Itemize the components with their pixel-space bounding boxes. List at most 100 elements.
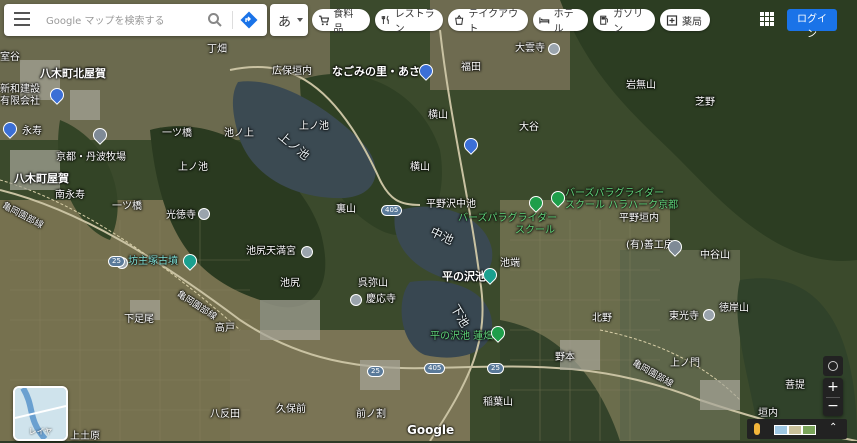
chip-gas-label: ガソリン: [613, 9, 644, 35]
chip-pharmacy[interactable]: 薬局: [660, 9, 710, 31]
area-kagoyama: 稲葉山: [483, 397, 513, 408]
chip-groceries-label: 食料品: [333, 9, 354, 35]
chip-pharmacy-label: 薬局: [682, 16, 702, 28]
zoom-control: + −: [823, 378, 843, 416]
area-eiju: 永寿: [22, 126, 42, 137]
chip-takeout[interactable]: テイクアウト: [448, 9, 528, 35]
place-shinnari2[interactable]: 有限会社: [0, 96, 40, 108]
area-kaminoike: 上ノ池: [299, 121, 329, 132]
thumb-terrain-icon[interactable]: [788, 425, 802, 435]
thumb-satellite-icon[interactable]: [802, 425, 816, 435]
area-iwamu: 岩無山: [626, 80, 656, 91]
area-yokoyama: 横山: [428, 110, 448, 121]
place-keiou[interactable]: 慶応寺: [366, 294, 396, 306]
place-yagi-kitaya: 八木町北屋賀: [40, 67, 106, 80]
chip-hotels-label: ホテル: [553, 9, 574, 35]
area-kitano: 北野: [592, 313, 612, 324]
area-nakatanizan: 中谷山: [700, 250, 730, 261]
area-mae: 前ノ割: [356, 409, 386, 420]
route-25-shield: 25: [108, 256, 125, 267]
fuel-icon: [600, 15, 608, 25]
place-paraglider1[interactable]: バーズパラグライダー: [565, 188, 664, 200]
area-nanyoko: 南永寿: [55, 190, 85, 201]
search-input[interactable]: [44, 10, 208, 32]
layer-label: レイヤ: [28, 427, 53, 436]
apps-grid-icon[interactable]: [760, 12, 774, 26]
pegman-icon[interactable]: [754, 423, 760, 435]
place-shinnari[interactable]: 新和建設: [0, 84, 40, 96]
place-hirano-sawa[interactable]: 平の沢池: [442, 271, 486, 283]
cart-icon: [318, 15, 330, 26]
place-paraglider4[interactable]: スクール: [515, 225, 555, 237]
place-kosei[interactable]: 光徳寺: [166, 210, 196, 222]
place-hirano-sawa-rengo[interactable]: 平の沢池 蓮畑: [430, 331, 493, 343]
area-kouhe: 高戸: [215, 323, 235, 334]
area-ikejiri: 池尻: [280, 278, 300, 289]
keiou-dot-icon[interactable]: [350, 294, 362, 306]
chip-groceries[interactable]: 食料品: [312, 9, 370, 35]
area-hattachi: 八反田: [210, 409, 240, 420]
my-location-button[interactable]: [823, 356, 843, 376]
area-oyoko: 大谷: [519, 122, 539, 133]
chip-restaurants-label: レストラン: [394, 9, 435, 35]
area-kazura: 裏山: [336, 204, 356, 215]
area-yanagi: 上ノ池: [178, 162, 208, 173]
route-25b-shield: 25: [367, 366, 384, 377]
area-nono: 野本: [555, 352, 575, 363]
place-higashi[interactable]: 東光寺: [669, 311, 699, 323]
higashi-dot-icon[interactable]: [703, 309, 715, 321]
area-kaminomon: 上ノ門: [670, 358, 700, 369]
pharmacy-icon: [666, 15, 678, 26]
area-yokoyama2: 横山: [410, 162, 430, 173]
place-daiun[interactable]: 大雲寺: [515, 43, 545, 55]
place-paraglider3[interactable]: バーズパラグライダー: [458, 213, 557, 225]
google-logo: Google: [407, 423, 455, 437]
directions-icon[interactable]: [240, 11, 258, 29]
bed-icon: [539, 17, 550, 24]
chip-takeout-label: テイクアウト: [468, 9, 519, 35]
zoom-out-button[interactable]: −: [823, 397, 843, 416]
route-25c-shield: 25: [487, 363, 504, 374]
area-gappou: 菩提: [785, 380, 805, 391]
shrine-dot-icon[interactable]: [301, 246, 313, 258]
search-divider: [232, 11, 233, 29]
area-shiba: 芝野: [695, 97, 715, 108]
area-ryuko: 呉弥山: [358, 278, 388, 289]
area-tokushima: 徳岸山: [719, 303, 749, 314]
temple-dot-icon[interactable]: [198, 208, 210, 220]
search-box: [4, 4, 267, 36]
place-yagi-ya: 八木町屋賀: [14, 172, 69, 185]
chevron-down-icon: [297, 18, 303, 22]
chip-restaurants[interactable]: レストラン: [375, 9, 443, 35]
layer-switcher-button[interactable]: レイヤ: [13, 386, 68, 441]
area-hirogaki: 広保垣内: [272, 66, 312, 77]
area-hiranozawa-naka: 平野沢中池: [426, 199, 476, 210]
place-nagomi[interactable]: なごみの里・あさひ: [332, 66, 431, 78]
area-ikenoshita: 池ノ上: [224, 128, 254, 139]
expand-up-icon[interactable]: ⌃: [829, 422, 837, 433]
menu-icon[interactable]: [14, 12, 30, 26]
area-ikeki: 池端: [500, 258, 520, 269]
area-kubomae: 久保前: [276, 404, 306, 415]
route-405b-shield: 405: [424, 363, 446, 374]
area-fukuta: 福田: [461, 62, 481, 73]
area-kamikae: 上土原: [70, 431, 100, 442]
daiun-dot-icon[interactable]: [548, 43, 560, 55]
zoom-in-button[interactable]: +: [823, 378, 843, 397]
place-kouchu[interactable]: 坊主塚古墳: [128, 256, 178, 268]
chip-hotels[interactable]: ホテル: [533, 9, 588, 35]
area-muro: 室谷: [0, 52, 20, 63]
area-hirano-uchi: 平野垣内: [619, 213, 659, 224]
place-ikejiri[interactable]: 池尻天満宮: [246, 246, 296, 258]
search-icon[interactable]: [207, 12, 223, 28]
ime-toggle-button[interactable]: あ: [270, 4, 308, 36]
place-paraglider2[interactable]: スクール ハラハーク京都: [565, 200, 678, 212]
route-405-shield: 405: [381, 205, 403, 216]
login-button[interactable]: ログイン: [787, 9, 837, 40]
thumb-map-icon[interactable]: [774, 425, 788, 435]
fork-knife-icon: [381, 15, 389, 25]
locate-icon: [828, 361, 838, 371]
chip-gas[interactable]: ガソリン: [593, 9, 655, 35]
area-nagaike: 一ツ橋: [162, 128, 192, 139]
place-kyoto-tanba[interactable]: 京都・丹波牧場: [56, 152, 126, 164]
